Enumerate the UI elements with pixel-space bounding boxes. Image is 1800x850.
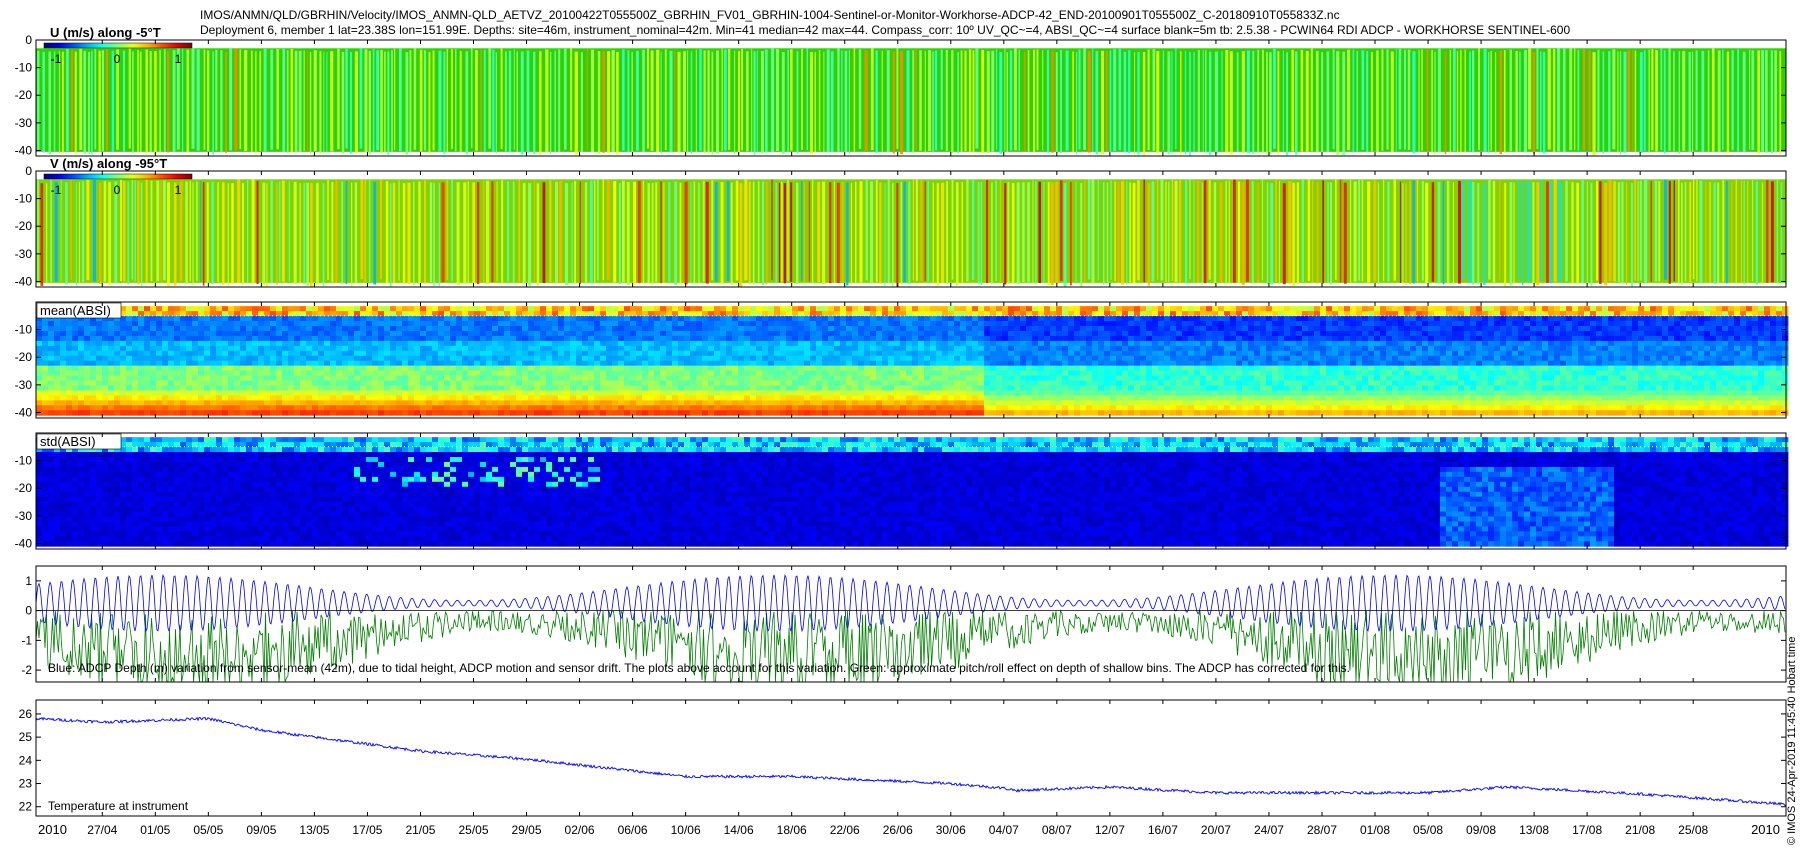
x-tick-label: 02/06 [565,823,595,837]
y-tick-label: -10 [15,61,33,75]
panel-3: -10 -20 -30 -40 mean(ABSI) [15,301,1789,419]
panel-4: -10 -20 -30 -40 std(ABSI) [15,432,1789,550]
y-tick-label: -40 [15,405,33,419]
y-tick-label: 0 [25,604,32,618]
x-tick-label: 17/08 [1572,823,1602,837]
colorbar-tick-label: 0 [114,52,121,66]
y-tick-label: -30 [15,247,33,261]
x-tick-label: 08/07 [1042,823,1072,837]
x-tick-label: 05/05 [193,823,223,837]
x-tick-label: 20/07 [1201,823,1231,837]
x-tick-label: 29/05 [512,823,542,837]
y-tick-label: 1 [25,574,32,588]
x-tick-label: 01/08 [1360,823,1390,837]
y-tick-label: 26 [19,707,33,721]
panel-1: 0-10-20-30-40U (m/s) along -5°T-1 0 1 [15,25,1787,157]
x-year-label-end: 2010 [1751,822,1780,837]
x-tick-label: 13/08 [1519,823,1549,837]
colorbar-tick-label: 0 [114,183,121,197]
y-tick-label: -1 [21,633,32,647]
x-tick-label: 28/07 [1307,823,1337,837]
x-tick-label: 21/08 [1625,823,1655,837]
x-tick-label: 25/08 [1678,823,1708,837]
colorbar-tick-label: -1 [51,52,62,66]
y-tick-label: -40 [15,274,33,288]
panel-title: mean(ABSI) [40,303,111,318]
y-tick-label: 0 [25,33,32,47]
panel-label-box: mean(ABSI) [36,302,122,319]
y-tick-label: 24 [19,753,33,767]
heatmap-base [36,179,1786,283]
y-tick-label: -30 [15,509,33,523]
heatmap-cells [36,306,1789,416]
x-tick-label: 24/07 [1254,823,1284,837]
x-tick-label: 05/08 [1413,823,1443,837]
y-tick-label: -10 [15,454,33,468]
colorbar-tick-label: 1 [175,183,182,197]
y-tick-label: -30 [15,378,33,392]
x-tick-label: 12/07 [1095,823,1125,837]
colorbar-gradient [43,42,193,49]
x-tick-label: 30/06 [936,823,966,837]
x-tick-label: 09/05 [246,823,276,837]
x-tick-label: 25/05 [458,823,488,837]
x-tick-label: 14/06 [724,823,754,837]
panel-title: V (m/s) along -95°T [50,156,167,171]
colorbar-tick-label: 1 [175,52,182,66]
x-tick-label: 26/06 [883,823,913,837]
y-tick-label: -2 [21,663,32,677]
x-tick-label: 16/07 [1148,823,1178,837]
x-tick-label: 13/05 [299,823,329,837]
y-tick-label: -20 [15,350,33,364]
x-tick-label: 04/07 [989,823,1019,837]
y-tick-label: -40 [15,143,33,157]
x-tick-label: 09/08 [1466,823,1496,837]
x-tick-label: 10/06 [671,823,701,837]
panels: 0-10-20-30-40U (m/s) along -5°T-1 0 10-10-… [15,25,1789,817]
panel-2: 0-10-20-30-40V (m/s) along -95°T-1 0 1 [15,156,1787,288]
y-tick-label: -30 [15,116,33,130]
x-tick-label: 18/06 [777,823,807,837]
x-tick-label: 27/04 [87,823,117,837]
y-tick-label: 22 [19,800,33,814]
x-tick-label: 01/05 [140,823,170,837]
x-tick-label: 22/06 [830,823,860,837]
y-tick-label: 0 [25,164,32,178]
y-tick-label: -40 [15,536,33,550]
heatmap-cells [36,437,1789,547]
figure-canvas: 0-10-20-30-40U (m/s) along -5°T-1 0 10-10-… [15,25,1789,837]
y-tick-label: 23 [19,777,33,791]
y-tick-label: -20 [15,88,33,102]
x-tick-label: 06/06 [618,823,648,837]
panel-title: U (m/s) along -5°T [50,25,161,40]
x-tick-label: 17/05 [352,823,382,837]
copyright-note: © IMOS 24-Apr-2019 11:45:40 Hobart time [1786,636,1798,845]
x-tick-label: 21/05 [405,823,435,837]
colorbar-gradient [43,173,193,180]
y-tick-label: -20 [15,481,33,495]
panel-6: 26 25 24 23 22 Temperature at instrument [19,699,1787,817]
panel-annotation: Blue: ADCP Depth (m) variation from sens… [48,661,1350,675]
y-tick-label: -20 [15,219,33,233]
panel-label-box: std(ABSI) [36,433,122,450]
x-year-label: 2010 [38,822,67,837]
colorbar-tick-label: -1 [51,183,62,197]
y-tick-label: -10 [15,192,33,206]
panel-background [36,700,1786,816]
panel-annotation: Temperature at instrument [48,799,189,813]
panel-5: 1 0 -1 -2 Blue: ADCP Depth (m) variation fro… [21,565,1787,684]
heatmap-base [36,48,1786,152]
panel-title: std(ABSI) [40,434,96,449]
y-tick-label: 25 [19,730,33,744]
y-tick-label: -10 [15,323,33,337]
